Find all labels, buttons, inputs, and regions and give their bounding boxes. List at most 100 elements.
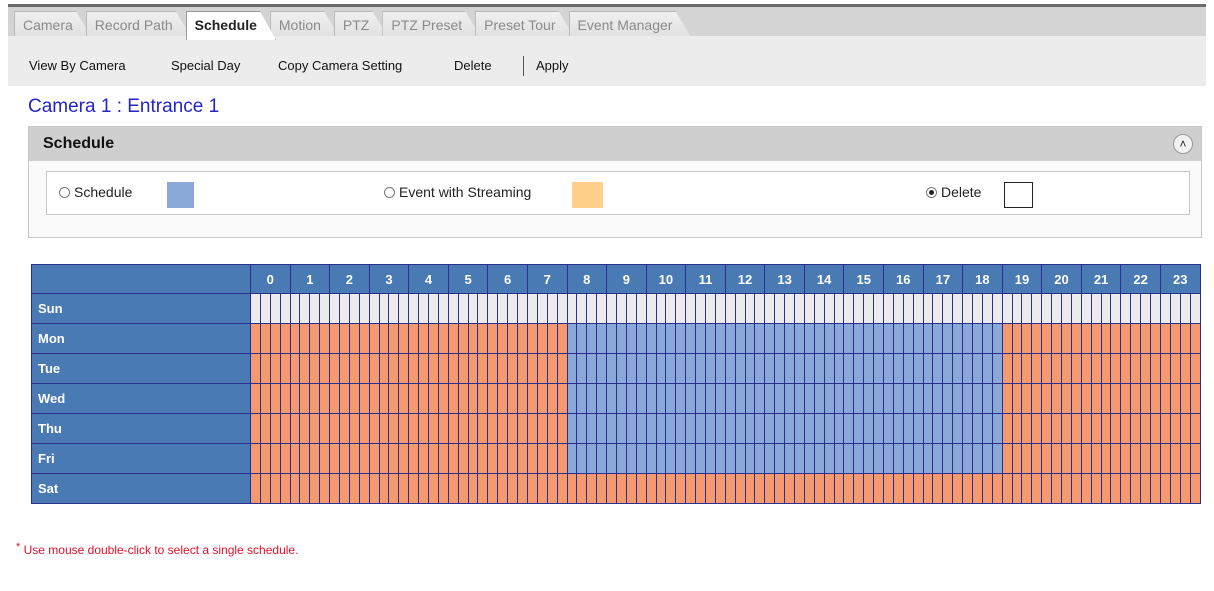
schedule-cell[interactable] — [556, 293, 568, 324]
schedule-cell[interactable] — [418, 383, 430, 414]
schedule-cell[interactable] — [793, 353, 805, 384]
day-label[interactable]: Sat — [31, 473, 251, 504]
schedule-cell[interactable] — [1120, 353, 1132, 384]
schedule-cell[interactable] — [1100, 353, 1112, 384]
schedule-cell[interactable] — [1070, 473, 1082, 504]
schedule-cell[interactable] — [447, 473, 459, 504]
schedule-cell[interactable] — [497, 323, 509, 354]
schedule-cell[interactable] — [853, 413, 865, 444]
schedule-cell[interactable] — [833, 353, 845, 384]
schedule-cell[interactable] — [408, 293, 420, 324]
schedule-cell[interactable] — [259, 323, 271, 354]
schedule-cell[interactable] — [952, 413, 964, 444]
schedule-cell[interactable] — [358, 323, 370, 354]
schedule-cell[interactable] — [685, 413, 697, 444]
schedule-cell[interactable] — [388, 293, 400, 324]
schedule-cell[interactable] — [892, 353, 904, 384]
delete-radio[interactable] — [926, 187, 937, 198]
schedule-cell[interactable] — [912, 323, 924, 354]
schedule-cell[interactable] — [1159, 473, 1171, 504]
schedule-cell[interactable] — [625, 323, 637, 354]
schedule-cell[interactable] — [279, 353, 291, 384]
schedule-cell[interactable] — [823, 413, 835, 444]
schedule-cell[interactable] — [932, 473, 944, 504]
schedule-cell[interactable] — [398, 353, 410, 384]
schedule-cell[interactable] — [1120, 383, 1132, 414]
schedule-cell[interactable] — [823, 443, 835, 474]
schedule-cell[interactable] — [339, 473, 350, 504]
schedule-cell[interactable] — [596, 353, 608, 384]
schedule-cell[interactable] — [734, 413, 746, 444]
schedule-cell[interactable] — [437, 383, 449, 414]
schedule-cell[interactable] — [1051, 413, 1063, 444]
schedule-cell[interactable] — [922, 323, 934, 354]
schedule-cell[interactable] — [704, 323, 716, 354]
schedule-cell[interactable] — [269, 383, 281, 414]
schedule-cell[interactable] — [398, 293, 410, 324]
schedule-cell[interactable] — [922, 353, 934, 384]
schedule-cell[interactable] — [556, 323, 568, 354]
schedule-cell[interactable] — [863, 413, 875, 444]
schedule-cell[interactable] — [497, 293, 509, 324]
schedule-cell[interactable] — [1100, 383, 1112, 414]
schedule-cell[interactable] — [329, 383, 341, 414]
schedule-cell[interactable] — [1140, 353, 1152, 384]
schedule-cell[interactable] — [1041, 473, 1053, 504]
schedule-cell[interactable] — [1021, 323, 1033, 354]
schedule-cell[interactable] — [497, 443, 509, 474]
schedule-cell[interactable] — [892, 323, 904, 354]
schedule-cell[interactable] — [507, 293, 519, 324]
schedule-cell[interactable] — [606, 323, 617, 354]
schedule-cell[interactable] — [962, 383, 974, 414]
schedule-cell[interactable] — [576, 353, 588, 384]
schedule-cell[interactable] — [1169, 353, 1181, 384]
schedule-cell[interactable] — [981, 323, 993, 354]
schedule-cell[interactable] — [536, 323, 548, 354]
schedule-cell[interactable] — [853, 383, 865, 414]
schedule-cell[interactable] — [269, 443, 281, 474]
schedule-cell[interactable] — [546, 473, 558, 504]
schedule-cell[interactable] — [319, 413, 331, 444]
schedule-cell[interactable] — [1090, 353, 1102, 384]
schedule-cell[interactable] — [526, 293, 538, 324]
schedule-cell[interactable] — [566, 473, 578, 504]
schedule-cell[interactable] — [1090, 383, 1102, 414]
schedule-cell[interactable] — [932, 353, 944, 384]
schedule-cell[interactable] — [1021, 443, 1033, 474]
schedule-cell[interactable] — [754, 353, 766, 384]
schedule-cell[interactable] — [704, 443, 716, 474]
schedule-cell[interactable] — [1061, 473, 1072, 504]
schedule-cell[interactable] — [339, 353, 350, 384]
schedule-cell[interactable] — [1179, 383, 1191, 414]
tab-event-manager[interactable]: Event Manager — [569, 11, 692, 38]
schedule-cell[interactable] — [704, 293, 716, 324]
schedule-cell[interactable] — [576, 323, 588, 354]
schedule-cell[interactable] — [635, 383, 647, 414]
schedule-cell[interactable] — [991, 293, 1003, 324]
schedule-cell[interactable] — [309, 293, 321, 324]
hour-header[interactable]: 23 — [1159, 264, 1201, 294]
schedule-cell[interactable] — [477, 353, 489, 384]
schedule-cell[interactable] — [912, 443, 924, 474]
schedule-cell[interactable] — [1179, 413, 1191, 444]
schedule-cell[interactable] — [507, 383, 519, 414]
schedule-cell[interactable] — [1011, 383, 1023, 414]
schedule-cell[interactable] — [695, 353, 706, 384]
schedule-cell[interactable] — [714, 323, 726, 354]
schedule-cell[interactable] — [437, 473, 449, 504]
schedule-cell[interactable] — [625, 293, 637, 324]
schedule-cell[interactable] — [655, 383, 667, 414]
schedule-cell[interactable] — [586, 383, 598, 414]
schedule-cell[interactable] — [1150, 383, 1161, 414]
schedule-cell[interactable] — [863, 293, 875, 324]
schedule-cell[interactable] — [259, 353, 271, 384]
day-label[interactable]: Tue — [31, 353, 251, 384]
schedule-cell[interactable] — [319, 473, 331, 504]
schedule-cell[interactable] — [902, 323, 914, 354]
schedule-cell[interactable] — [566, 383, 578, 414]
schedule-cell[interactable] — [645, 413, 657, 444]
schedule-cell[interactable] — [309, 413, 321, 444]
schedule-cell[interactable] — [388, 353, 400, 384]
schedule-cell[interactable] — [774, 443, 786, 474]
schedule-cell[interactable] — [1189, 323, 1201, 354]
